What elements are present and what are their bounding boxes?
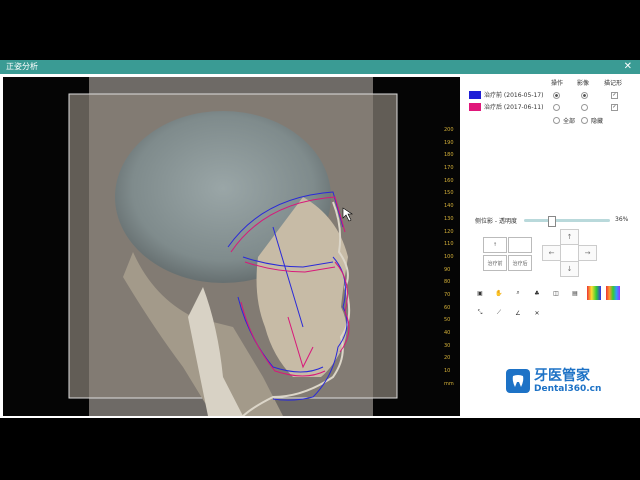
hide-radio[interactable] (581, 117, 588, 124)
move-down-arrow-icon[interactable]: ↓ (560, 261, 579, 277)
cephalometric-xray-image (68, 77, 398, 416)
brand-logo: 牙医管家 Dental360.cn (506, 368, 601, 394)
spectrum-icon[interactable] (606, 286, 620, 300)
color-icon[interactable]: ♣ (530, 286, 544, 300)
ruler-tick: 10 (444, 368, 451, 375)
opacity-label: 侧位影 - 透明度 (475, 218, 517, 225)
print-icon[interactable]: ▣ (473, 286, 487, 300)
move-left-arrow-icon[interactable]: ← (542, 245, 561, 261)
window-title: 正姿分析 (6, 62, 38, 71)
opacity-slider[interactable] (524, 216, 610, 227)
move-right-arrow-icon[interactable]: → (578, 245, 597, 261)
record-row-post: 治疗后 (2017-06-11) (469, 102, 543, 111)
angle-icon[interactable]: ∠ (511, 306, 525, 320)
ruler-unit: mm (444, 380, 454, 387)
ruler-tick: 120 (444, 228, 454, 235)
ruler-tick: 110 (444, 241, 454, 248)
image-radio-pre[interactable] (581, 92, 588, 99)
title-bar: 正姿分析 ✕ (0, 60, 640, 74)
ruler-tick: 20 (444, 355, 451, 362)
before-overlay-button[interactable]: 治疗前 (483, 255, 507, 271)
ruler-tick: 200 (444, 127, 454, 133)
post-color-swatch (469, 102, 481, 111)
trace-checkbox-post[interactable]: ✓ (611, 104, 618, 111)
operate-radio-pre[interactable] (553, 92, 560, 99)
ruler-tick: 30 (444, 342, 451, 349)
control-panel: 操作 影像 描记形 治疗前 (2016-05-17) ✓ 治疗后 (2017-0… (461, 74, 640, 418)
ruler-tick: 90 (444, 266, 451, 273)
blank-button[interactable] (508, 237, 532, 253)
opacity-slider-thumb[interactable] (548, 216, 556, 227)
ruler-tick: 170 (444, 165, 454, 172)
ruler-tick: 190 (444, 139, 454, 146)
measure-icon[interactable]: ⤡ (473, 306, 487, 320)
after-overlay-button[interactable]: 治疗后 (508, 255, 532, 271)
record-label-pre: 治疗前 (2016-05-17) (484, 92, 544, 99)
all-radio[interactable] (553, 117, 560, 124)
header-image: 影像 (577, 80, 590, 87)
ruler-tick: 80 (444, 279, 451, 286)
brand-name-cn: 牙医管家 (534, 368, 590, 384)
option-hide-label: 隐藏 (591, 118, 604, 125)
ruler-tick: 130 (444, 215, 454, 222)
xray-viewer[interactable]: 200 190 180 170 160 150 140 130 120 110 … (3, 77, 460, 416)
pointer-button[interactable]: ↑ (483, 237, 507, 253)
operate-radio-post[interactable] (553, 104, 560, 111)
option-all[interactable]: 全部 (553, 116, 575, 125)
header-operate: 操作 (551, 80, 564, 87)
delete-icon[interactable]: ✕ (530, 306, 544, 320)
header-trace: 描记形 (604, 80, 623, 87)
ruler-tick: 140 (444, 203, 454, 210)
line-icon[interactable]: ⟋ (492, 306, 506, 320)
invert-icon[interactable]: ▤ (568, 286, 582, 300)
option-all-label: 全部 (563, 118, 576, 125)
tooth-logo-icon (506, 369, 530, 393)
image-radio-post[interactable] (581, 104, 588, 111)
ruler-tick: 50 (444, 317, 451, 324)
contrast-icon[interactable]: ◫ (549, 286, 563, 300)
ruler-tick: 160 (444, 177, 454, 184)
ruler-tick: 60 (444, 304, 451, 311)
ruler-tick: 70 (444, 291, 451, 298)
close-icon[interactable]: ✕ (624, 60, 632, 74)
palette-icon[interactable] (587, 286, 601, 300)
ruler-tick: 40 (444, 330, 451, 336)
move-up-arrow-icon[interactable]: ↑ (560, 229, 579, 245)
trace-checkbox-pre[interactable]: ✓ (611, 92, 618, 99)
analysis-window: 正姿分析 ✕ 200 190 180 170 160 150 140 130 1… (0, 60, 640, 418)
opacity-value: 36% (615, 216, 629, 223)
hand-icon[interactable]: ✋ (492, 286, 506, 300)
option-hide[interactable]: 隐藏 (581, 116, 603, 125)
mm-ruler: 200 190 180 170 160 150 140 130 120 110 … (444, 127, 458, 387)
record-label-post: 治疗后 (2017-06-11) (484, 104, 544, 111)
zoom-icon[interactable]: ⌕ (511, 286, 525, 300)
pre-color-swatch (469, 90, 481, 99)
ruler-tick: 100 (444, 253, 454, 260)
brand-name-en: Dental360.cn (534, 384, 602, 394)
ruler-tick: 150 (444, 190, 454, 197)
ruler-tick: 180 (444, 152, 454, 159)
record-row-pre: 治疗前 (2016-05-17) (469, 90, 543, 99)
